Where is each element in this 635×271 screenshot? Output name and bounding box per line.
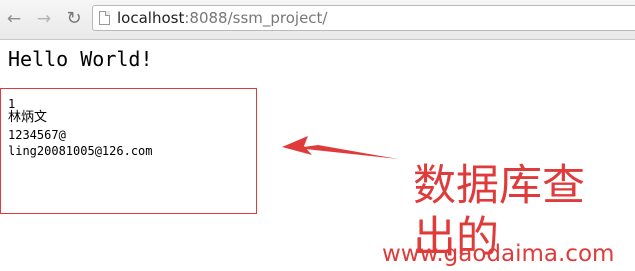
record-name: 林炳文 — [8, 110, 48, 125]
reload-icon[interactable]: ↻ — [64, 9, 84, 29]
record-id: 1 — [8, 97, 16, 111]
record-box: 1 林炳文 1234567@ ling20081005@126.com — [0, 88, 257, 214]
browser-toolbar: ← → ↻ localhost:8088/ssm_project/ — [0, 0, 635, 40]
url-host: localhost — [117, 9, 185, 27]
page-icon — [99, 11, 110, 25]
annotation-arrow-icon — [282, 136, 398, 159]
address-bar[interactable]: localhost:8088/ssm_project/ — [92, 5, 635, 31]
back-arrow-icon[interactable]: ← — [4, 9, 24, 29]
record-email: ling20081005@126.com — [8, 144, 153, 158]
watermark: www.gaodaima.com — [382, 241, 615, 267]
url-text[interactable]: localhost:8088/ssm_project/ — [117, 9, 327, 27]
record-password: 1234567@ — [8, 128, 66, 142]
url-path: :8088/ssm_project/ — [184, 9, 328, 27]
page-heading: Hello World! — [8, 47, 153, 71]
forward-arrow-icon[interactable]: → — [34, 9, 54, 29]
